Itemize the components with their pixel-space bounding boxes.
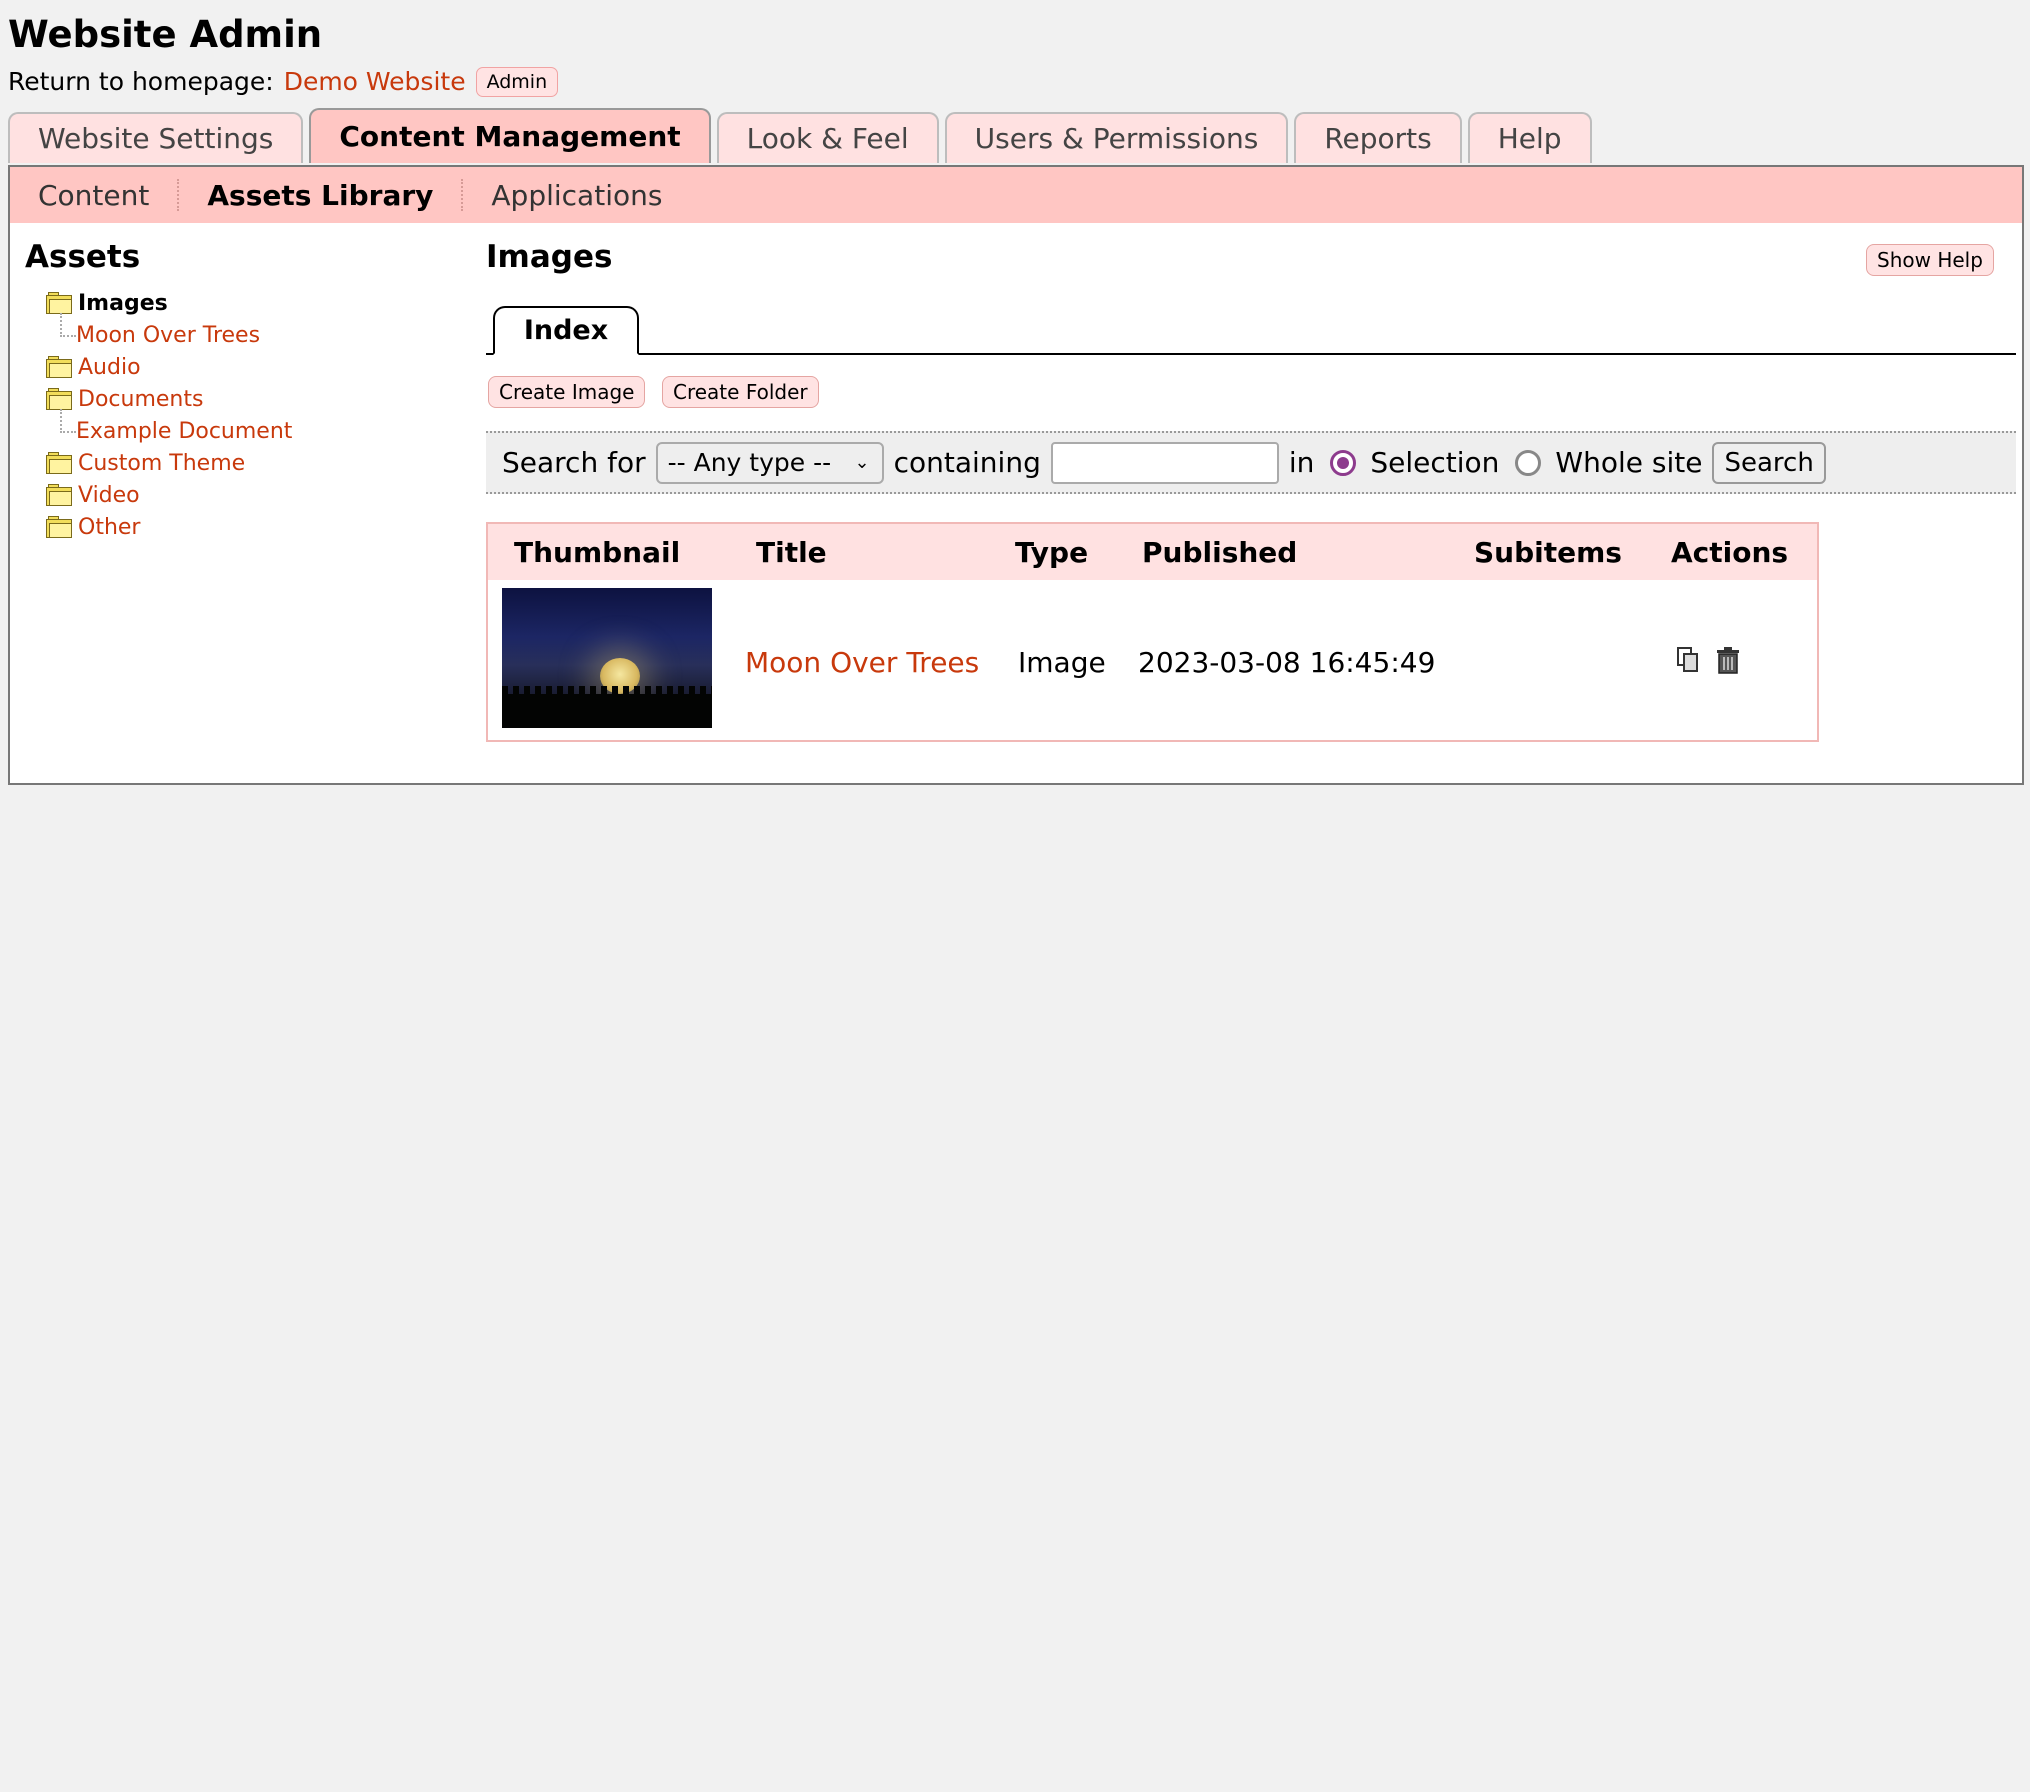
tab-index[interactable]: Index: [493, 306, 639, 355]
table-header: Thumbnail Title Type Published Subitems …: [488, 524, 1817, 580]
tree-label: Audio: [78, 354, 141, 380]
column-type: Type: [1015, 536, 1089, 569]
admin-badge[interactable]: Admin: [475, 67, 559, 97]
asset-tree: Images Moon Over Trees Audio Documents E…: [46, 287, 466, 543]
in-label: in: [1288, 446, 1315, 479]
column-subitems: Subitems: [1474, 536, 1622, 569]
tab-website-settings[interactable]: Website Settings: [8, 112, 304, 163]
tree-folder-audio[interactable]: Audio: [46, 351, 466, 383]
tree-label: Video: [78, 482, 140, 508]
asset-title-link[interactable]: Moon Over Trees: [745, 646, 979, 679]
tab-users-and-permissions[interactable]: Users & Permissions: [944, 112, 1289, 163]
radio-whole-site[interactable]: [1515, 449, 1542, 476]
top-tabs: Website Settings Content Management Look…: [8, 108, 1598, 167]
tree-item-moon-over-trees[interactable]: Moon Over Trees: [46, 313, 466, 351]
tab-reports[interactable]: Reports: [1294, 112, 1462, 163]
column-thumbnail: Thumbnail: [514, 536, 681, 569]
assets-table: Thumbnail Title Type Published Subitems …: [486, 522, 1819, 742]
sidebar-title: Assets: [25, 239, 141, 275]
copy-icon[interactable]: [1676, 646, 1700, 674]
radio-selection-label: Selection: [1370, 446, 1500, 479]
subnav-content[interactable]: Content: [10, 167, 177, 223]
tree-folder-custom-theme[interactable]: Custom Theme: [46, 447, 466, 479]
search-input[interactable]: [1050, 441, 1279, 484]
show-help-button[interactable]: Show Help: [1866, 244, 1994, 276]
radio-selection[interactable]: [1330, 449, 1357, 476]
tree-folder-other[interactable]: Other: [46, 511, 466, 543]
create-image-button[interactable]: Create Image: [488, 376, 646, 408]
tree-folder-images[interactable]: Images: [46, 287, 466, 319]
tab-baseline: [486, 353, 2016, 355]
tab-content-management[interactable]: Content Management: [309, 108, 711, 163]
subnav-assets-library[interactable]: Assets Library: [179, 167, 461, 223]
folder-icon: [46, 484, 74, 506]
tree-label: Images: [78, 290, 168, 316]
tree-folder-video[interactable]: Video: [46, 479, 466, 511]
search-bar: Search for -- Any type -- ⌄ containing i…: [486, 431, 2016, 494]
folder-icon: [46, 388, 74, 410]
column-title: Title: [756, 536, 827, 569]
search-button[interactable]: Search: [1712, 441, 1826, 484]
column-actions: Actions: [1671, 536, 1789, 569]
asset-published: 2023-03-08 16:45:49: [1138, 646, 1436, 679]
folder-icon: [46, 516, 74, 538]
tree-item-example-document[interactable]: Example Document: [46, 409, 466, 447]
radio-whole-site-label: Whole site: [1555, 446, 1703, 479]
tree-folder-documents[interactable]: Documents: [46, 383, 466, 415]
sub-navigation: Content Assets Library Applications: [10, 167, 2022, 223]
chevron-down-icon: ⌄: [854, 451, 870, 473]
containing-label: containing: [893, 446, 1041, 479]
asset-type: Image: [1018, 646, 1106, 679]
create-folder-button[interactable]: Create Folder: [662, 376, 819, 408]
demo-website-link[interactable]: Demo Website: [284, 64, 466, 100]
column-published: Published: [1142, 536, 1298, 569]
tree-label: Custom Theme: [78, 450, 246, 476]
return-label: Return to homepage:: [8, 67, 274, 96]
subnav-applications[interactable]: Applications: [463, 167, 690, 223]
type-select-value: -- Any type --: [667, 448, 832, 477]
tab-look-and-feel[interactable]: Look & Feel: [716, 112, 939, 163]
main-panel: Content Assets Library Applications Asse…: [8, 165, 2024, 785]
trash-icon[interactable]: [1716, 646, 1740, 674]
type-select[interactable]: -- Any type -- ⌄: [655, 441, 884, 484]
folder-icon: [46, 452, 74, 474]
search-for-label: Search for: [502, 446, 646, 479]
return-to-homepage: Return to homepage: Demo Website Admin: [8, 64, 559, 100]
page-title: Website Admin: [8, 13, 323, 56]
tree-label: Documents: [78, 386, 204, 412]
thumbnail-image[interactable]: [502, 588, 712, 728]
folder-icon: [46, 356, 74, 378]
tab-help[interactable]: Help: [1467, 112, 1592, 163]
tree-label: Other: [78, 514, 141, 540]
folder-icon: [46, 292, 74, 314]
content-title: Images: [486, 239, 613, 275]
